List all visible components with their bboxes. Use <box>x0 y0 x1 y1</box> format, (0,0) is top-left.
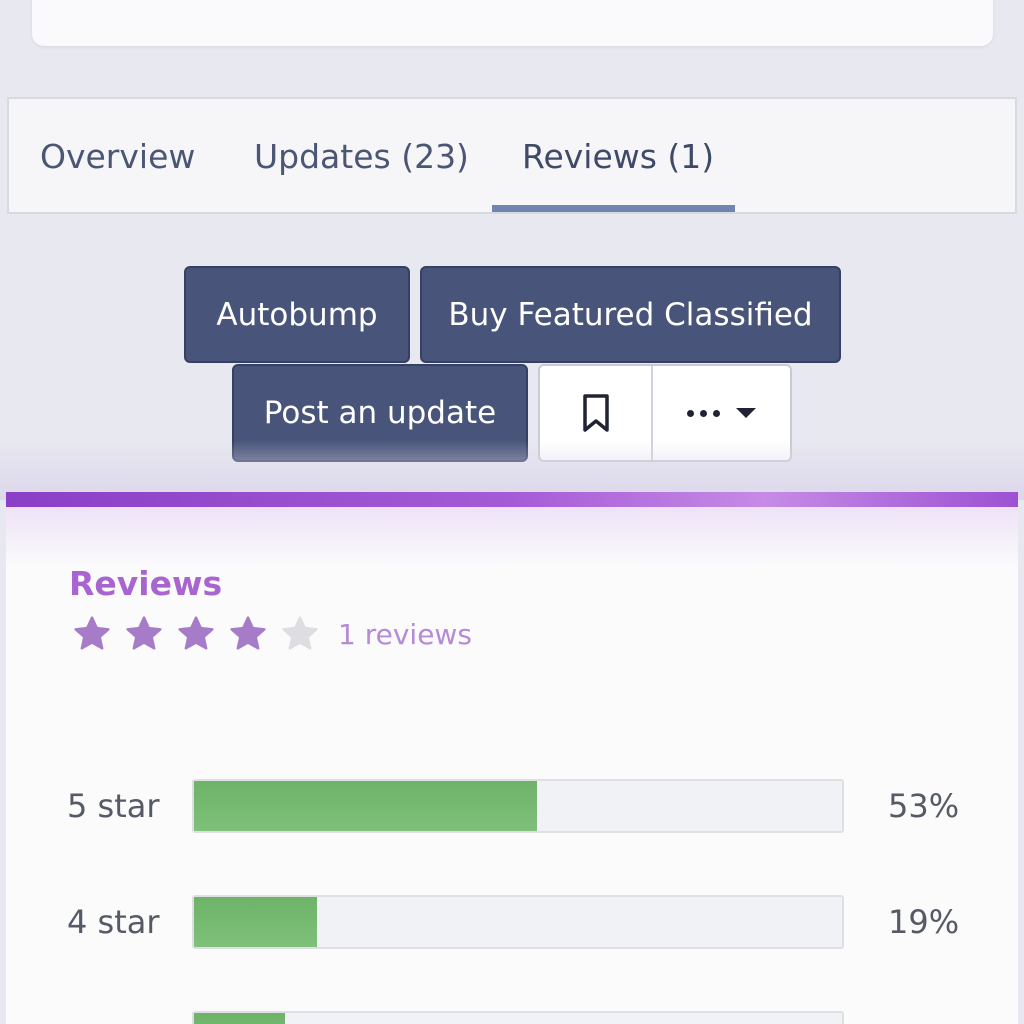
top-card <box>32 0 993 46</box>
panel-glow <box>6 507 1018 567</box>
rating-bar-label: 3 star <box>67 1010 160 1024</box>
accent-bar <box>6 492 1018 507</box>
rating-bar-fill <box>194 1013 285 1024</box>
star-icon <box>126 616 162 650</box>
rating-bar-track <box>192 895 844 949</box>
rating-bar-row: 3 star <box>6 1010 1018 1024</box>
buy-featured-classified-button[interactable]: Buy Featured Classified <box>420 266 841 363</box>
active-tab-indicator <box>492 205 735 212</box>
rating-bar-fill <box>194 897 318 947</box>
rating-bar-label: 5 star <box>67 787 160 825</box>
section-fade <box>0 440 1024 500</box>
tab-bar: Overview Updates (23) Reviews (1) <box>7 97 1017 214</box>
star-rating: 1 reviews <box>72 614 472 654</box>
rating-bar-row: 5 star 53% <box>6 778 1018 834</box>
star-icon <box>74 616 110 650</box>
ellipsis-icon <box>687 409 720 417</box>
rating-bar-percent: 19% <box>888 903 960 941</box>
tab-updates[interactable]: Updates (23) <box>254 99 469 214</box>
rating-bar-track <box>192 1011 844 1024</box>
star-icon <box>230 616 266 650</box>
reviews-count: 1 reviews <box>338 617 472 651</box>
star-icon <box>282 616 318 650</box>
rating-bar-label: 4 star <box>67 903 160 941</box>
bookmark-icon <box>582 394 609 432</box>
rating-bar-percent: 53% <box>888 787 960 825</box>
autobump-button[interactable]: Autobump <box>184 266 410 363</box>
tab-reviews[interactable]: Reviews (1) <box>522 99 714 214</box>
rating-bar-fill <box>194 781 538 831</box>
rating-bar-track <box>192 779 844 833</box>
star-icon <box>178 616 214 650</box>
tab-overview[interactable]: Overview <box>40 99 195 214</box>
rating-bar-row: 4 star 19% <box>6 894 1018 950</box>
reviews-panel: Reviews 1 reviews 5 star 53% 4 star 19% … <box>6 492 1018 1024</box>
caret-down-icon <box>736 408 756 418</box>
reviews-heading: Reviews <box>69 564 223 603</box>
